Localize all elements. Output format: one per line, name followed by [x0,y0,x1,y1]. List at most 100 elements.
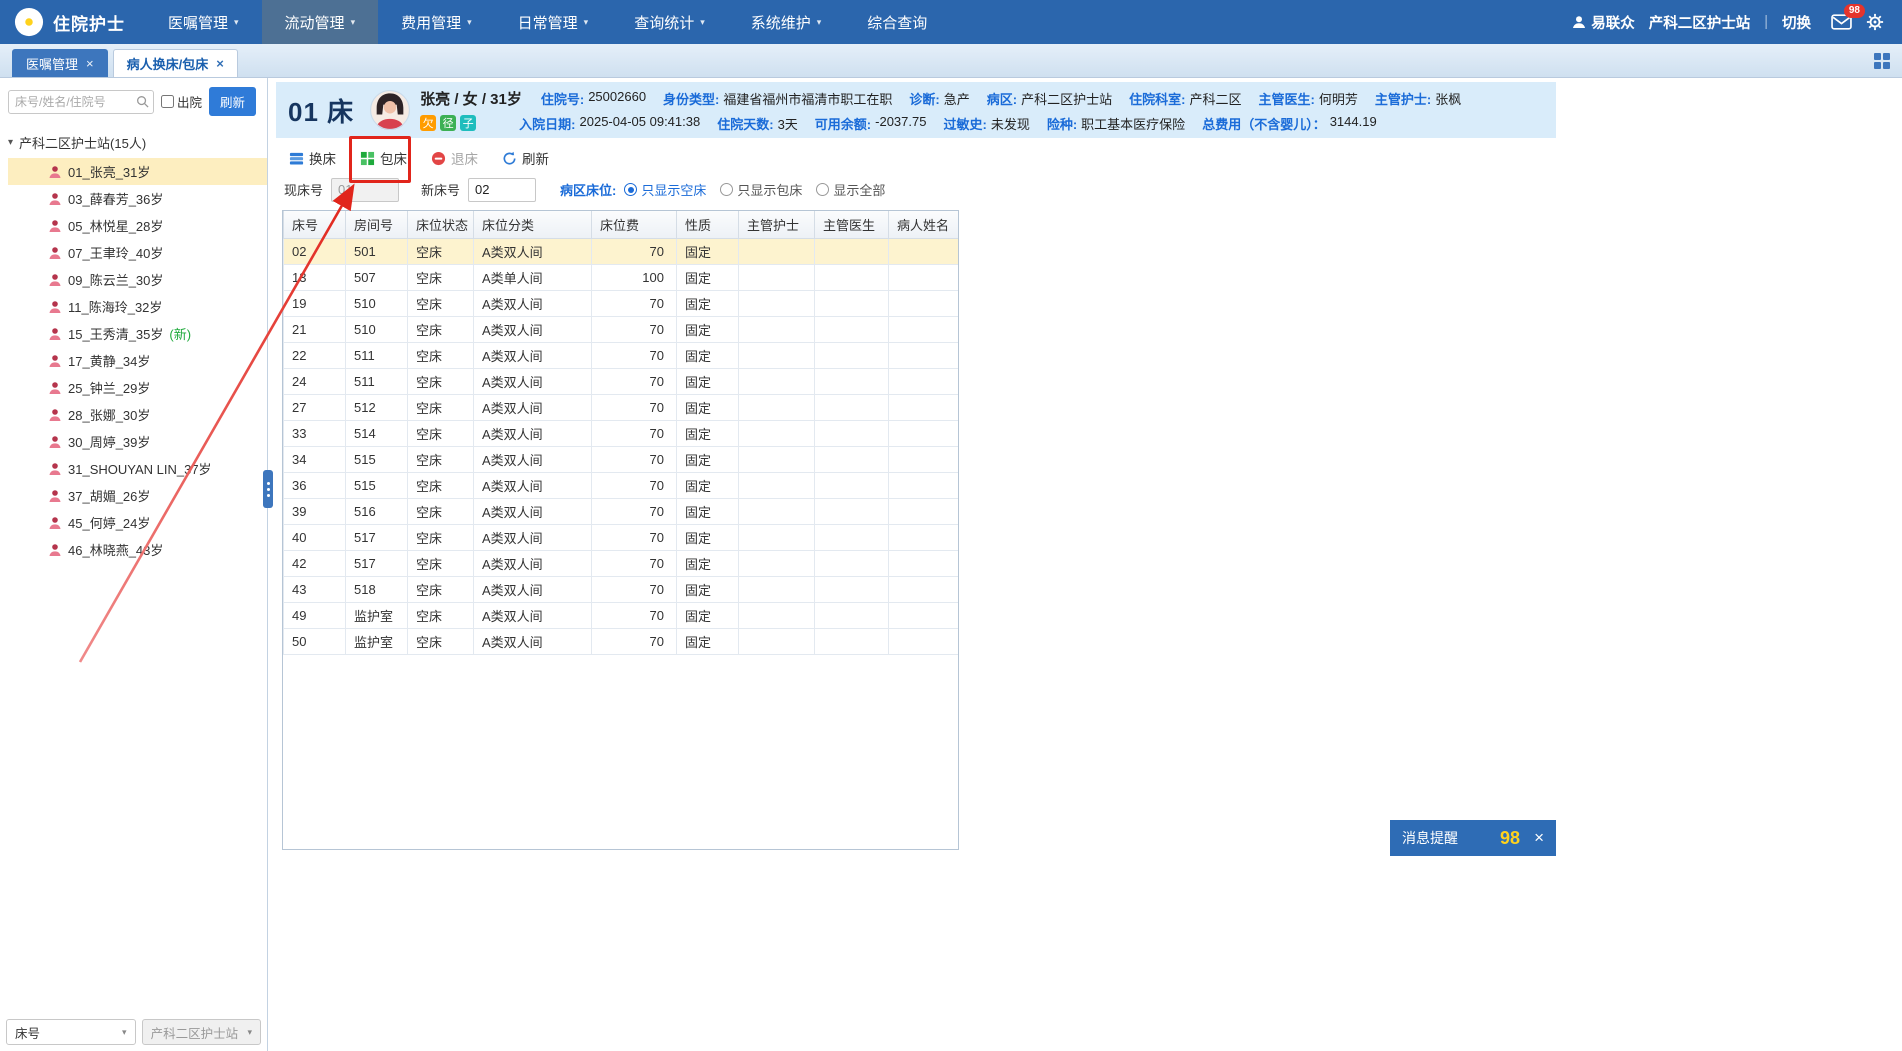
close-icon[interactable]: × [86,56,94,71]
table-cell [738,627,815,655]
settings-button[interactable] [1866,13,1884,31]
patient-list-item[interactable]: 25_钟兰_29岁 [8,374,267,401]
table-row[interactable]: 21 510 空床 A类双人间 70 固定 [283,315,958,343]
grid-layout-icon[interactable] [1874,52,1890,69]
table-row[interactable]: 34 515 空床 A类双人间 70 固定 [283,445,958,473]
table-cell: 空床 [407,341,474,369]
menu-item[interactable]: 流动管理 ▾ [261,0,379,44]
patient-list-item[interactable]: 46_林晓燕_43岁 [8,536,267,563]
table-row[interactable]: 49 监护室 空床 A类双人间 70 固定 [283,601,958,629]
table-row[interactable]: 42 517 空床 A类双人间 70 固定 [283,549,958,577]
patient-list-item[interactable]: 30_周婷_39岁 [8,428,267,455]
radio-label: 只显示空床 [641,183,707,198]
column-header[interactable]: 病人姓名 [888,211,958,239]
table-cell [738,289,815,317]
table-row[interactable]: 40 517 空床 A类双人间 70 固定 [283,523,958,551]
patient-list-item[interactable]: 01_张亮_31岁 [8,158,267,185]
table-row[interactable]: 43 518 空床 A类双人间 70 固定 [283,575,958,603]
close-icon[interactable]: × [216,56,224,71]
column-header[interactable]: 床位分类 [473,211,592,239]
message-reminder-bar[interactable]: 消息提醒 98 × [1390,820,1556,856]
column-header[interactable]: 主管护士 [738,211,815,239]
table-cell [814,575,889,603]
table-row[interactable]: 22 511 空床 A类双人间 70 固定 [283,341,958,369]
table-row[interactable]: 19 510 空床 A类双人间 70 固定 [283,289,958,317]
sidebar-refresh-button[interactable]: 刷新 [209,87,257,116]
return-bed-button[interactable]: 退床 [422,143,487,173]
radio-option[interactable]: 显示全部 [816,180,885,199]
patient-icon [48,273,62,287]
patient-list-item[interactable]: 31_SHOUYAN LIN_37岁 [8,455,267,482]
tab[interactable]: 医嘱管理 × [12,49,108,77]
table-row[interactable]: 02 501 空床 A类双人间 70 固定 [283,237,958,265]
column-header[interactable]: 主管医生 [814,211,889,239]
table-cell [738,445,815,473]
table-row[interactable]: 39 516 空床 A类双人间 70 固定 [283,497,958,525]
patient-list-item[interactable]: 28_张娜_30岁 [8,401,267,428]
column-header[interactable]: 性质 [676,211,739,239]
patient-list-item[interactable]: 37_胡媚_26岁 [8,482,267,509]
current-station-label[interactable]: 产科二区护士站 [1649,12,1751,33]
field-label: 住院科室: [1129,91,1186,107]
refresh-button[interactable]: 刷新 [493,143,558,173]
patient-info: 张亮 / 女 / 31岁 住院号: 25002660 身份类型: 福建省福州市福… [420,88,1544,133]
menu-item[interactable]: 综合查询 ▾ [844,0,950,44]
radio-option[interactable]: 只显示包床 [720,180,802,199]
chevron-down-icon: ▾ [583,16,589,27]
search-input[interactable] [8,89,154,114]
table-cell [888,497,958,525]
discharge-checkbox[interactable] [161,95,174,108]
patient-list-item[interactable]: 09_陈云兰_30岁 [8,266,267,293]
messages-button[interactable]: 98 [1831,4,1865,30]
table-cell [888,575,958,603]
column-header[interactable]: 床位费 [591,211,677,239]
patient-list-item[interactable]: 11_陈海玲_32岁 [8,293,267,320]
table-row[interactable]: 13 507 空床 A类单人间 100 固定 [283,263,958,291]
table-cell: 空床 [407,263,474,291]
switch-station-button[interactable]: 切换 [1782,12,1811,33]
tree-root-node[interactable]: ▾ 产科二区护士站(15人) [8,130,267,155]
patient-list-item[interactable]: 05_林悦星_28岁 [8,212,267,239]
user-button[interactable]: 易联众 [1572,12,1635,33]
app-title: 住院护士 [53,14,125,34]
new-bed-input[interactable] [468,177,537,202]
patient-item-label: 05_林悦星_28岁 [68,219,164,234]
close-icon[interactable]: × [1534,828,1544,848]
table-cell: A类双人间 [473,575,592,603]
patient-list-item[interactable]: 17_黄静_34岁 [8,347,267,374]
patient-list-item[interactable]: 03_薛春芳_36岁 [8,185,267,212]
table-row[interactable]: 27 512 空床 A类双人间 70 固定 [283,393,958,421]
table-cell [888,367,958,395]
table-cell [814,471,889,499]
column-header[interactable]: 床位状态 [407,211,474,239]
patient-list-item[interactable]: 45_何婷_24岁 [8,509,267,536]
tab[interactable]: 病人换床/包床 × [112,49,238,77]
menu-item[interactable]: 医嘱管理 ▾ [145,0,262,44]
table-cell [738,549,815,577]
sidebar-collapse-handle[interactable] [263,470,273,508]
table-row[interactable]: 36 515 空床 A类双人间 70 固定 [283,471,958,499]
menu-item[interactable]: 日常管理 ▾ [495,0,612,44]
menu-item[interactable]: 系统维护 ▾ [728,0,845,44]
sort-select[interactable]: 床号 ▾ [6,1019,136,1045]
change-bed-button[interactable]: 换床 [280,143,345,173]
table-cell [738,419,815,447]
patient-list-item[interactable]: 15_王秀清_35岁 (新) [8,320,267,347]
column-header[interactable]: 房间号 [345,211,408,239]
radio-option[interactable]: 只显示空床 [624,180,706,199]
table-cell: 49 [283,601,346,629]
table-cell: 70 [591,445,677,473]
discharge-checkbox-label[interactable]: 出院 [161,92,202,111]
table-row[interactable]: 33 514 空床 A类双人间 70 固定 [283,419,958,447]
reserve-bed-button[interactable]: 包床 [351,143,416,173]
menu-item[interactable]: 费用管理 ▾ [378,0,495,44]
search-icon[interactable] [136,95,149,108]
menu-item[interactable]: 查询统计 ▾ [611,0,728,44]
table-row[interactable]: 24 511 空床 A类双人间 70 固定 [283,367,958,395]
menu-item-label: 查询统计 [634,14,695,32]
column-header[interactable]: 床号 [283,211,346,239]
patient-list-item[interactable]: 07_王聿玲_40岁 [8,239,267,266]
table-row[interactable]: 50 监护室 空床 A类双人间 70 固定 [283,627,958,655]
current-bed-input[interactable] [331,177,400,202]
station-select[interactable]: 产科二区护士站 ▾ [141,1019,261,1045]
